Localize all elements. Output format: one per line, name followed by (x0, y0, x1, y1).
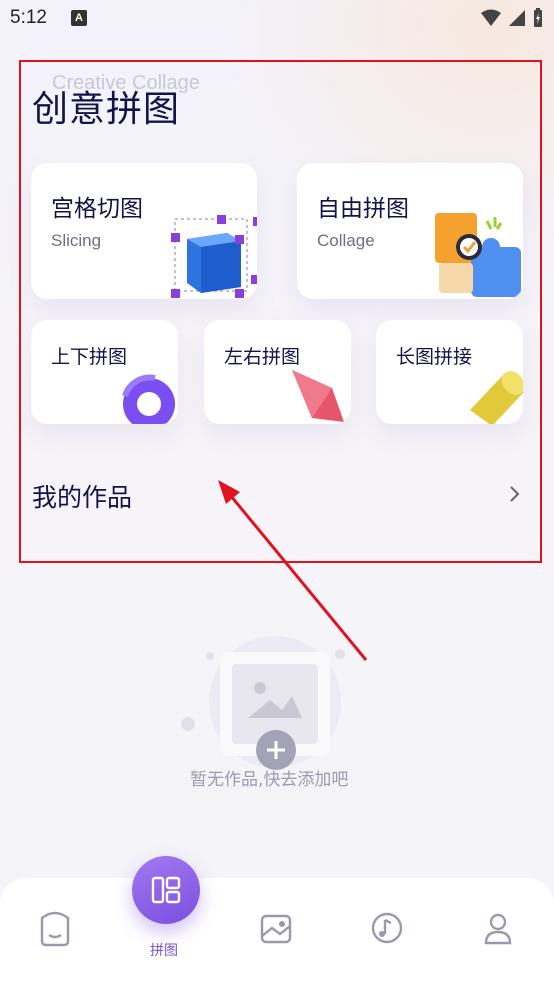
collage-tab-icon (151, 876, 181, 904)
status-icons (480, 8, 544, 28)
home-icon[interactable] (25, 898, 85, 958)
profile-icon[interactable] (468, 898, 528, 958)
music-icon[interactable] (357, 898, 417, 958)
bottom-tab-bar (0, 878, 554, 984)
empty-state-text: 暂无作品,快去添加吧 (190, 770, 349, 790)
notification-icon: A (71, 10, 87, 26)
annotation-highlight-box (19, 60, 542, 563)
gallery-icon[interactable] (246, 898, 306, 958)
collage-tab-button[interactable] (132, 856, 200, 924)
battery-icon (534, 8, 542, 27)
collage-tab-label: 拼图 (150, 943, 178, 959)
status-time: 5:12 (10, 7, 47, 28)
wifi-icon (481, 9, 501, 26)
status-bar: 5:12 A (0, 0, 554, 36)
signal-icon (509, 10, 525, 26)
